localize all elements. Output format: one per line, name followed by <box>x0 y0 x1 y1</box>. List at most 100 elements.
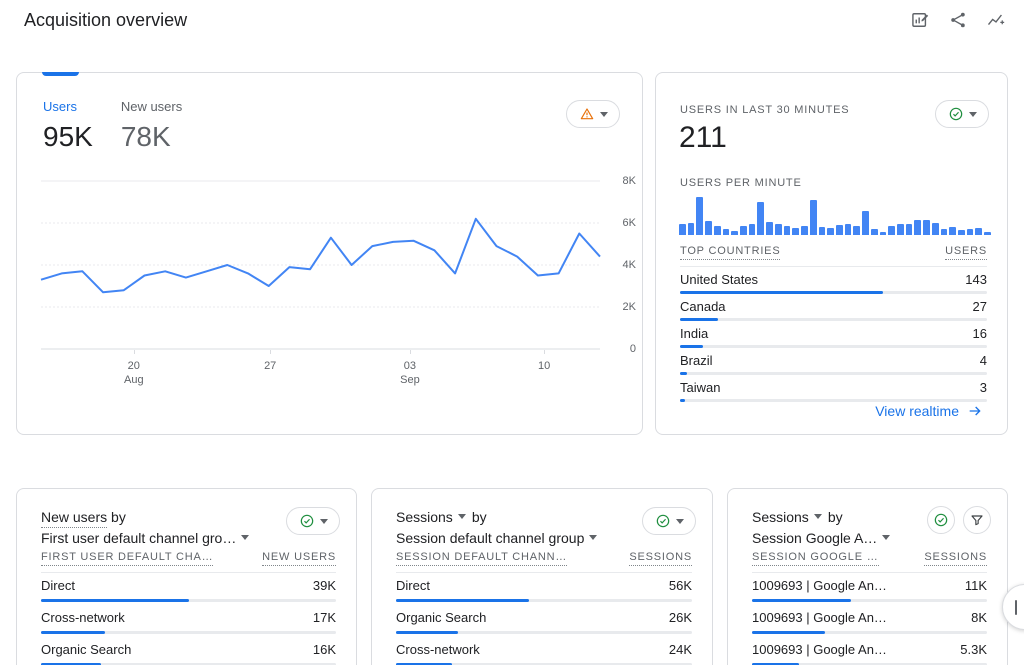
caret-down-icon <box>676 519 684 524</box>
row-label: United States <box>680 272 758 287</box>
row-bar-track <box>396 631 692 634</box>
card-status-button[interactable] <box>286 507 340 535</box>
view-realtime-label: View realtime <box>875 403 959 419</box>
row-value: 56K <box>669 578 692 594</box>
x-tick-label: 27 <box>264 359 276 373</box>
y-tick-label: 4K <box>600 259 636 271</box>
table-row[interactable]: Taiwan 3 <box>680 375 987 402</box>
row-value: 39K <box>313 578 336 594</box>
x-tick-mark <box>544 350 545 354</box>
data-quality-button[interactable] <box>566 100 620 128</box>
table-row[interactable]: India16 <box>680 321 987 348</box>
title-connector: by <box>472 507 487 528</box>
sessions-by-google-ads-card: Sessions by Session Google A… <box>727 488 1008 665</box>
tab-new-users[interactable]: New users 78K <box>121 99 182 153</box>
view-realtime-link[interactable]: View realtime <box>875 403 983 419</box>
metric-label: New users <box>121 99 182 114</box>
per-minute-bar <box>801 226 808 235</box>
per-minute-bar <box>696 197 703 235</box>
dimension-dropdown[interactable]: First user default channel gro… <box>41 528 249 549</box>
users-line-chart[interactable]: 8K6K4K2K0 20Aug2703Sep10 <box>41 181 600 349</box>
table-row[interactable]: Direct56K <box>396 570 692 602</box>
row-label: Brazil <box>680 353 713 368</box>
realtime-status-button[interactable] <box>935 100 989 128</box>
row-bar-track <box>680 291 987 294</box>
row-value: 16 <box>973 326 987 341</box>
x-axis-labels: 20Aug2703Sep10 <box>41 349 600 391</box>
table-row[interactable]: Organic Search26K <box>396 602 692 634</box>
table-row[interactable]: Organic Search16K <box>41 634 336 665</box>
per-minute-bar <box>714 226 721 235</box>
row-bar-fill <box>41 631 105 634</box>
caret-down-icon <box>320 519 328 524</box>
table-row[interactable]: 1009693 | Google An…11K <box>752 570 987 602</box>
per-minute-bar <box>888 226 895 235</box>
table-row[interactable]: Cross-network24K <box>396 634 692 665</box>
metric-dropdown[interactable]: Sessions by <box>396 507 597 528</box>
table-row[interactable]: United States143 <box>680 267 987 294</box>
tab-users[interactable]: Users 95K <box>43 99 93 153</box>
column-header-countries[interactable]: TOP COUNTRIES <box>680 245 780 260</box>
card-title: Sessions by Session Google A… <box>752 507 890 549</box>
filter-button[interactable] <box>963 506 991 534</box>
customize-report-icon[interactable] <box>910 10 930 30</box>
row-value: 3 <box>980 380 987 395</box>
column-header-metric[interactable]: SESSIONS <box>924 551 987 566</box>
per-minute-bar <box>784 226 791 235</box>
table-row[interactable]: Direct39K <box>41 570 336 602</box>
per-minute-bar <box>923 220 930 235</box>
caret-down-icon <box>241 535 249 540</box>
per-minute-bar <box>827 228 834 235</box>
dimension-dropdown[interactable]: Session Google A… <box>752 528 890 549</box>
per-minute-bar <box>836 225 843 235</box>
x-tick-label: 10 <box>538 359 550 373</box>
per-minute-bar <box>731 231 738 235</box>
row-label: Taiwan <box>680 380 720 395</box>
table-row[interactable]: 1009693 | Google An…8K <box>752 602 987 634</box>
metric-name: Sessions <box>396 507 453 528</box>
table-row[interactable]: Brazil4 <box>680 348 987 375</box>
column-header-dimension[interactable]: FIRST USER DEFAULT CHA… <box>41 551 213 566</box>
card-title: New users by First user default channel … <box>41 507 249 549</box>
check-circle-icon <box>299 513 315 529</box>
row-bar-fill <box>680 291 883 294</box>
column-header-users[interactable]: USERS <box>945 245 987 260</box>
table-body: 1009693 | Google An…11K1009693 | Google … <box>752 570 987 665</box>
table-row[interactable]: Canada27 <box>680 294 987 321</box>
column-header-dimension[interactable]: SESSION DEFAULT CHANN… <box>396 551 567 566</box>
metric-name[interactable]: New users <box>41 509 107 528</box>
column-header-metric[interactable]: SESSIONS <box>629 551 692 566</box>
page-title: Acquisition overview <box>24 10 187 31</box>
acquisition-overview-page: Acquisition overview <box>0 0 1024 665</box>
row-bar-track <box>752 631 987 634</box>
per-minute-bar <box>906 224 913 235</box>
share-icon[interactable] <box>948 10 968 30</box>
per-minute-bar <box>705 221 712 235</box>
dimension-name: Session Google A… <box>752 528 877 549</box>
per-minute-bar <box>740 226 747 235</box>
table-row[interactable]: Cross-network17K <box>41 602 336 634</box>
row-bar-fill <box>680 399 685 402</box>
metric-dropdown[interactable]: Sessions by <box>752 507 890 528</box>
caret-down-icon <box>814 514 822 519</box>
row-value: 27 <box>973 299 987 314</box>
insights-icon[interactable] <box>986 10 1006 30</box>
card-status-button[interactable] <box>642 507 696 535</box>
y-tick-label: 8K <box>600 175 636 187</box>
metric-value: 78K <box>121 121 182 153</box>
card-status-button[interactable] <box>927 506 955 534</box>
per-minute-bar <box>853 226 860 235</box>
metric-name: Sessions <box>752 507 809 528</box>
per-minute-bar <box>871 229 878 235</box>
column-header-dimension[interactable]: SESSION GOOGLE … <box>752 551 879 566</box>
column-header-metric[interactable]: NEW USERS <box>262 551 336 566</box>
metric-tabs: Users 95K New users 78K <box>43 99 182 153</box>
dimension-dropdown[interactable]: Session default channel group <box>396 528 597 549</box>
realtime-card: USERS IN LAST 30 MINUTES 211 USERS PER M… <box>655 72 1008 435</box>
realtime-title: USERS IN LAST 30 MINUTES <box>680 104 849 116</box>
per-minute-bar <box>819 227 826 235</box>
table-row[interactable]: 1009693 | Google An…5.3K <box>752 634 987 665</box>
per-minute-bar <box>914 220 921 235</box>
users-per-minute-chart[interactable] <box>679 197 991 235</box>
row-bar-track <box>680 372 987 375</box>
